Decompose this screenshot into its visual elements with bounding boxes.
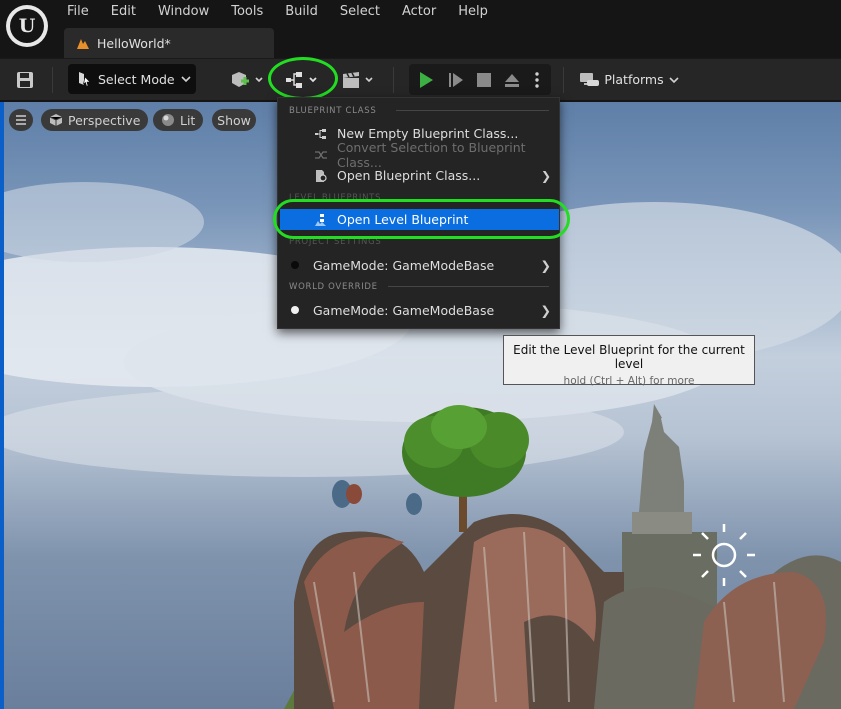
lit-label: Lit [180, 112, 196, 128]
project-gamemode-label: GameMode: GameModeBase [313, 257, 495, 273]
menu-window[interactable]: Window [147, 3, 220, 21]
hamburger-menu-icon [16, 115, 26, 125]
open-blueprint-icon [316, 169, 327, 182]
blueprint-icon [286, 72, 317, 88]
save-icon [17, 72, 33, 88]
clapperboard-icon [343, 72, 373, 88]
add-actor-icon [232, 72, 263, 87]
perspective-label: Perspective [68, 112, 141, 128]
toolbar-divider [563, 67, 564, 93]
tooltip-text: Edit the Level Blueprint for the current… [513, 343, 745, 371]
cinematics-button[interactable] [336, 66, 378, 94]
add-actor-button[interactable] [225, 66, 267, 94]
world-gamemode-item[interactable]: GameMode: GameModeBase ❯ [278, 298, 559, 322]
lit-button[interactable]: Lit [153, 109, 204, 131]
section-divider [396, 110, 549, 111]
select-mode-dropdown[interactable]: Select Mode [68, 64, 196, 94]
open-blueprint-class-label: Open Blueprint Class... [337, 168, 481, 183]
open-level-blueprint-item[interactable]: Open Level Blueprint [280, 209, 559, 230]
world-gamemode-label: GameMode: GameModeBase [313, 302, 495, 318]
chevron-down-icon [181, 76, 191, 83]
gamemode-dot-icon [291, 261, 299, 269]
menu-bar: U File Edit Window Tools Build Select Ac… [0, 0, 841, 60]
platforms-label: Platforms [604, 72, 664, 87]
level-icon [77, 39, 89, 49]
main-toolbar: Select Mode Platforms [0, 58, 841, 100]
toolbar-divider [393, 67, 394, 93]
toolbar-divider [52, 67, 53, 93]
select-mode-icon [79, 72, 91, 87]
select-mode-label: Select Mode [98, 71, 175, 87]
tooltip: Edit the Level Blueprint for the current… [503, 335, 755, 387]
tooltip-hint: hold (Ctrl + Alt) for more [563, 375, 695, 387]
stop-icon[interactable] [475, 71, 493, 89]
section-header-world-override: WORLD OVERRIDE [289, 282, 378, 292]
menu-help[interactable]: Help [447, 3, 499, 21]
play-icon[interactable] [417, 71, 435, 89]
save-button[interactable] [10, 67, 40, 93]
platforms-button[interactable]: Platforms [577, 64, 681, 95]
open-level-blueprint-label: Open Level Blueprint [337, 212, 469, 227]
play-controls [409, 64, 551, 95]
level-blueprint-icon [315, 213, 326, 226]
lit-sphere-icon [162, 114, 174, 126]
level-tab[interactable]: HelloWorld* [64, 28, 274, 59]
step-icon[interactable] [447, 71, 465, 89]
more-options-icon[interactable] [533, 71, 541, 89]
show-label: Show [217, 112, 251, 128]
open-blueprint-class-item[interactable]: Open Blueprint Class... ❯ [278, 165, 559, 186]
section-header-level-blueprints: LEVEL BLUEPRINTS [289, 193, 382, 203]
blueprints-button[interactable] [280, 66, 322, 94]
menu-build[interactable]: Build [274, 3, 329, 21]
menu-tools[interactable]: Tools [220, 3, 274, 21]
show-button[interactable]: Show [212, 109, 256, 131]
chevron-right-icon: ❯ [540, 257, 551, 273]
blueprint-class-icon [315, 128, 326, 139]
menu-actor[interactable]: Actor [391, 3, 447, 21]
menu-file[interactable]: File [56, 3, 100, 21]
menu-select[interactable]: Select [329, 3, 391, 21]
chevron-right-icon: ❯ [540, 168, 551, 183]
chevron-right-icon: ❯ [540, 302, 551, 318]
perspective-button[interactable]: Perspective [41, 109, 149, 131]
viewport-options-button[interactable] [9, 109, 33, 131]
menu-edit[interactable]: Edit [100, 3, 147, 21]
convert-icon [315, 150, 327, 159]
project-gamemode-item[interactable]: GameMode: GameModeBase ❯ [278, 253, 559, 277]
platforms-icon [580, 72, 600, 86]
chevron-down-icon [669, 76, 679, 83]
unreal-logo-mark: U [10, 9, 44, 43]
section-header-project-settings: PROJECT SETTINGS [289, 237, 382, 247]
blueprints-dropdown-menu: BLUEPRINT CLASS New Empty Blueprint Clas… [277, 97, 560, 329]
convert-selection-item: Convert Selection to Blueprint Class... [278, 140, 559, 170]
gamemode-dot-icon [291, 306, 299, 314]
cube-icon [49, 114, 63, 126]
eject-icon[interactable] [503, 71, 521, 89]
main-menu: File Edit Window Tools Build Select Acto… [56, 3, 499, 21]
section-header-blueprint-class: BLUEPRINT CLASS [289, 106, 377, 116]
unreal-engine-logo[interactable]: U [6, 5, 48, 47]
level-tab-label: HelloWorld* [97, 36, 171, 51]
section-divider [388, 286, 549, 287]
